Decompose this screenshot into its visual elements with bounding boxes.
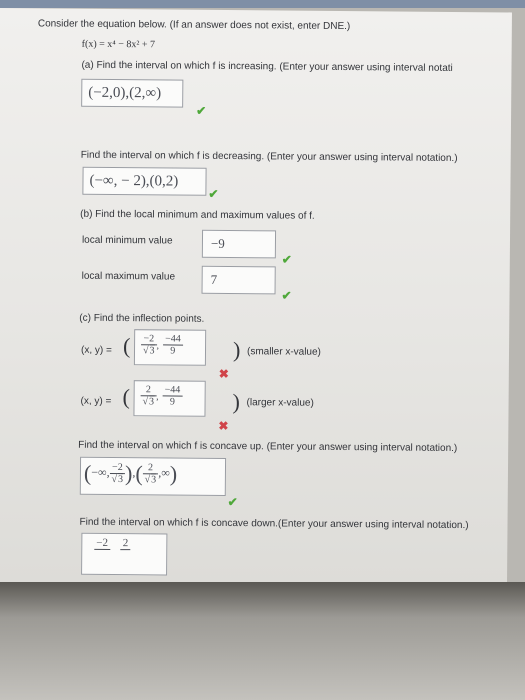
local-min-label: local minimum value — [81, 234, 173, 247]
local-max-field[interactable]: 7 — [201, 265, 276, 295]
concave-up-c-denominator: 3 — [151, 473, 157, 486]
xy-label: (x, y) = — [80, 344, 112, 356]
check-icon: ✔ — [196, 103, 207, 118]
point1-paren-open: ( — [122, 333, 131, 359]
local-max-label: local maximum value — [81, 270, 176, 283]
intro-text: Consider the equation below. (If an answ… — [37, 18, 351, 33]
decreasing-answer-field[interactable]: (−∞, − 2),(0,2) — [82, 166, 207, 196]
concave-up-part-a: −∞, — [91, 465, 110, 480]
point1-y-numerator: −44 — [163, 333, 183, 346]
check-icon: ✔ — [281, 288, 292, 303]
point1-note: (smaller x-value) — [246, 346, 321, 358]
cross-icon: ✖ — [218, 418, 229, 434]
browser-top-strip — [0, 0, 525, 8]
part-a-prompt: (a) Find the interval on which f is incr… — [81, 59, 453, 74]
point2-paren-close: ) — [232, 389, 241, 415]
inflection-point-2-field[interactable]: 2 √3, −44 9 — [133, 380, 206, 417]
concave-down-part-a: −2 — [94, 536, 111, 550]
point1-y-denominator: 9 — [170, 345, 176, 357]
inflection-point-1-field[interactable]: −2 √3, −44 9 — [133, 329, 207, 366]
check-icon: ✔ — [227, 495, 238, 510]
xy-label: (x, y) = — [80, 395, 112, 407]
concave-up-field[interactable]: (−∞, −2 √3),(2 √3 ,∞) — [79, 456, 227, 496]
point2-x-denominator: 3 — [149, 395, 155, 408]
local-min-field[interactable]: −9 — [201, 229, 277, 259]
concave-down-prompt: Find the interval on which f is concave … — [79, 516, 469, 532]
check-icon: ✔ — [281, 252, 292, 267]
point2-note: (larger x-value) — [246, 397, 314, 409]
point2-y-numerator: −44 — [162, 384, 183, 397]
concave-down-field[interactable]: −2 2 — [81, 532, 168, 576]
concave-up-prompt: Find the interval on which f is concave … — [78, 439, 458, 455]
concave-up-b-denominator: 3 — [117, 473, 124, 486]
desk-background — [0, 582, 525, 700]
question-page: Consider the equation below. (If an answ… — [0, 8, 512, 587]
check-icon: ✔ — [208, 186, 219, 201]
increasing-answer-field[interactable]: (−2,0),(2,∞) — [81, 78, 184, 108]
part-b-prompt: (b) Find the local minimum and maximum v… — [80, 208, 315, 222]
point1-paren-close: ) — [232, 337, 241, 363]
part-c-prompt: (c) Find the inflection points. — [79, 312, 205, 325]
point2-y-denominator: 9 — [169, 396, 175, 408]
cross-icon: ✖ — [218, 366, 229, 382]
point1-x-denominator: 3 — [149, 344, 155, 357]
equation: f(x) = x⁴ − 8x² + 7 — [81, 38, 156, 51]
decreasing-prompt: Find the interval on which f is decreasi… — [80, 149, 458, 164]
concave-up-part-d: ,∞ — [158, 465, 170, 480]
point2-paren-open: ( — [122, 384, 131, 410]
concave-down-part-b: 2 — [120, 537, 131, 551]
